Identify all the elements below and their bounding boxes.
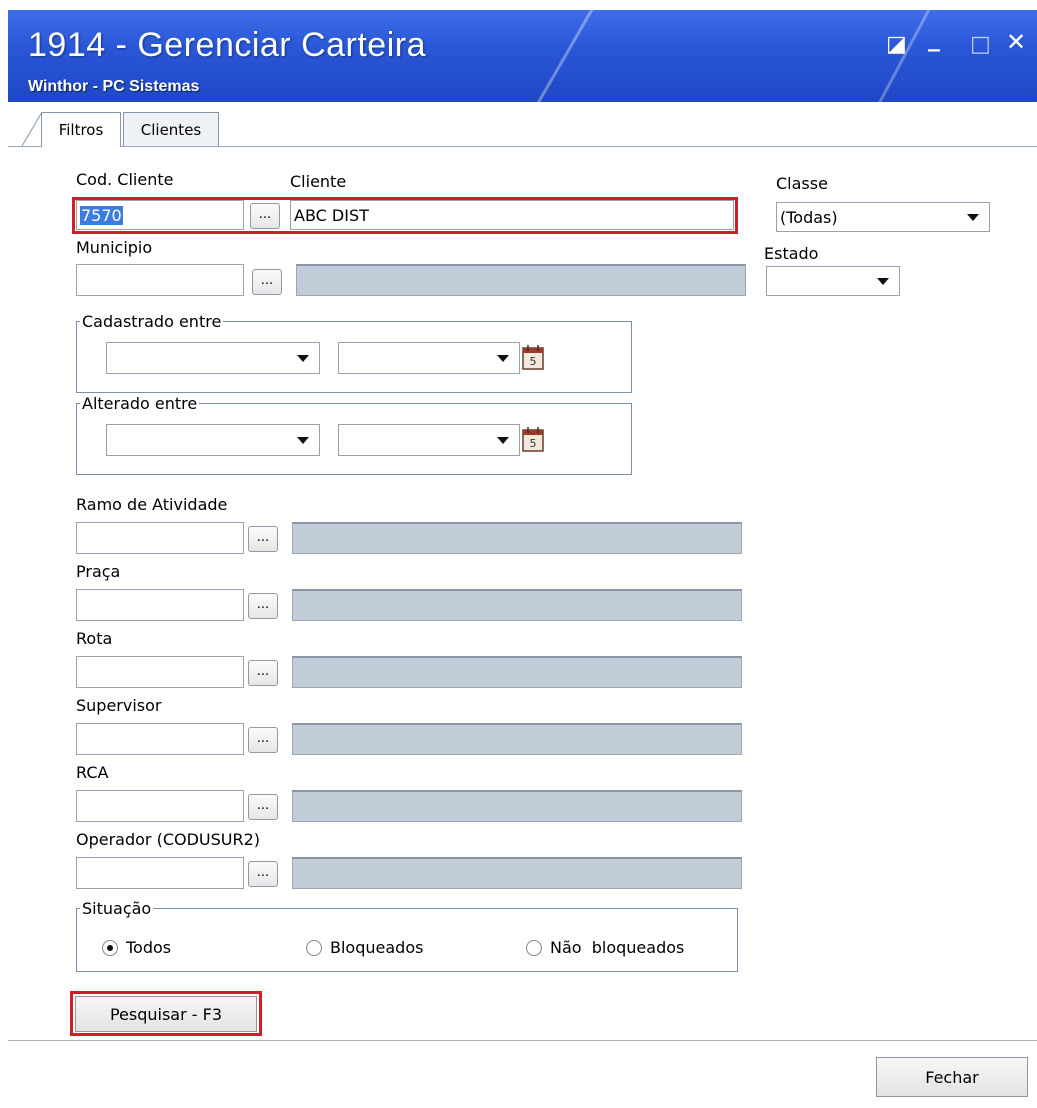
- rca-description-field: [292, 790, 742, 822]
- window-title: 1914 - Gerenciar Carteira: [28, 26, 427, 64]
- dropdown-arrow-icon: [967, 213, 979, 221]
- svg-text:5: 5: [530, 355, 537, 368]
- rca-lookup-button[interactable]: ...: [248, 794, 278, 820]
- highlight-search-box: [70, 991, 262, 1036]
- municipio-label: Municipio: [76, 238, 153, 257]
- cliente-label: Cliente: [290, 172, 347, 191]
- praca-input[interactable]: [76, 589, 244, 621]
- maximize-icon[interactable]: □: [970, 32, 991, 57]
- municipio-lookup-button[interactable]: ...: [252, 269, 282, 295]
- radio-nao-bloqueados[interactable]: Não bloqueados: [526, 938, 684, 957]
- tab-strip: Filtros Clientes: [8, 102, 1037, 147]
- alterado-to-date[interactable]: [338, 424, 520, 456]
- dropdown-arrow-icon: [877, 277, 889, 285]
- alterado-entre-label: Alterado entre: [80, 394, 200, 413]
- ramo-atividade-description-field: [292, 522, 742, 554]
- rota-input[interactable]: [76, 656, 244, 688]
- cod-cliente-label: Cod. Cliente: [76, 170, 174, 189]
- app-window: 1914 - Gerenciar Carteira Winthor - PC S…: [8, 10, 1037, 1108]
- radio-todos[interactable]: Todos: [102, 938, 171, 957]
- praca-description-field: [292, 589, 742, 621]
- dropdown-arrow-icon: [297, 436, 309, 444]
- svg-text:5: 5: [530, 437, 537, 450]
- operador-description-field: [292, 857, 742, 889]
- municipio-input[interactable]: [76, 264, 244, 296]
- footer-divider: [8, 1040, 1037, 1041]
- tab-clientes[interactable]: Clientes: [123, 112, 219, 146]
- rota-label: Rota: [76, 629, 113, 648]
- tab-edge: [22, 112, 42, 147]
- close-button[interactable]: Fechar: [876, 1057, 1028, 1097]
- ramo-atividade-label: Ramo de Atividade: [76, 495, 228, 514]
- rota-description-field: [292, 656, 742, 688]
- dropdown-arrow-icon: [497, 436, 509, 444]
- calendar-icon[interactable]: 5: [522, 426, 544, 452]
- radio-circle: [306, 939, 322, 956]
- dropdown-arrow-icon: [497, 354, 509, 362]
- radio-bloqueados[interactable]: Bloqueados: [306, 938, 423, 957]
- supervisor-label: Supervisor: [76, 696, 162, 715]
- cadastrado-entre-label: Cadastrado entre: [80, 312, 224, 331]
- radio-circle: [526, 939, 542, 956]
- praca-lookup-button[interactable]: ...: [248, 593, 278, 619]
- operador-lookup-button[interactable]: ...: [248, 861, 278, 887]
- estado-label: Estado: [764, 244, 819, 263]
- supervisor-input[interactable]: [76, 723, 244, 755]
- alterado-from-date[interactable]: [106, 424, 320, 456]
- operador-input[interactable]: [76, 857, 244, 889]
- radio-todos-label: Todos: [126, 938, 172, 957]
- rca-label: RCA: [76, 763, 109, 782]
- situacao-label: Situação: [80, 899, 154, 918]
- window-subtitle: Winthor - PC Sistemas: [28, 78, 200, 95]
- tab-filtros[interactable]: Filtros: [41, 112, 121, 147]
- estado-select[interactable]: [766, 266, 900, 296]
- radio-bloqueados-label: Bloqueados: [330, 938, 424, 957]
- radio-nao-bloqueados-label: Não bloqueados: [550, 938, 685, 957]
- supervisor-lookup-button[interactable]: ...: [248, 727, 278, 753]
- classe-value: (Todas): [780, 207, 838, 227]
- calendar-icon[interactable]: 5: [522, 344, 544, 370]
- ramo-atividade-input[interactable]: [76, 522, 244, 554]
- cadastrado-from-date[interactable]: [106, 342, 320, 374]
- rca-input[interactable]: [76, 790, 244, 822]
- radio-circle: [102, 939, 118, 956]
- dropdown-arrow-icon: [297, 354, 309, 362]
- window-content: Filtros Clientes Cod. Cliente Cliente 75…: [8, 102, 1037, 1108]
- operador-label: Operador (CODUSUR2): [76, 830, 261, 849]
- title-bar[interactable]: 1914 - Gerenciar Carteira Winthor - PC S…: [8, 10, 1037, 102]
- classe-select[interactable]: (Todas): [776, 202, 990, 232]
- rota-lookup-button[interactable]: ...: [248, 660, 278, 686]
- cadastrado-to-date[interactable]: [338, 342, 520, 374]
- restore-icon[interactable]: ◪: [886, 32, 907, 57]
- ramo-atividade-lookup-button[interactable]: ...: [248, 526, 278, 552]
- minimize-icon[interactable]: _: [928, 24, 940, 52]
- supervisor-description-field: [292, 723, 742, 755]
- praca-label: Praça: [76, 562, 121, 581]
- highlight-client-box: [72, 197, 738, 234]
- close-icon[interactable]: ✕: [1006, 28, 1026, 56]
- classe-label: Classe: [776, 174, 828, 193]
- municipio-description-field: [296, 264, 746, 296]
